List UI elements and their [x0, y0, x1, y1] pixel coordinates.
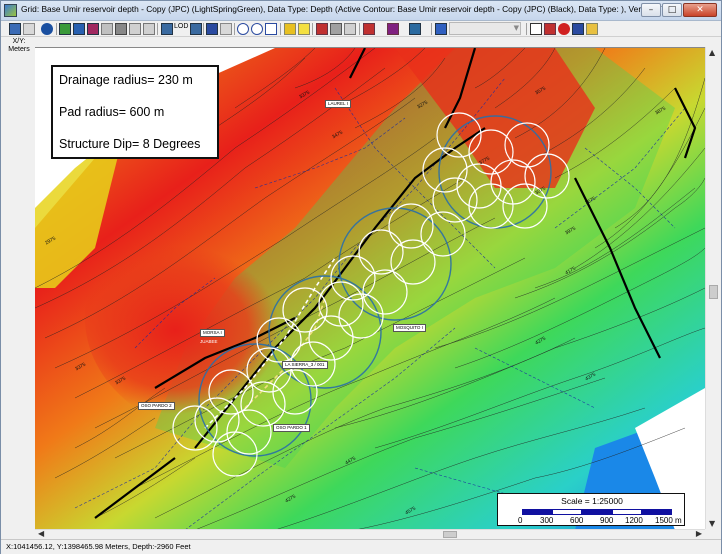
scale-segment	[582, 509, 612, 515]
app-window: Grid: Base Umir reservoir depth - Copy (…	[0, 0, 722, 554]
scale-segment	[522, 509, 552, 515]
export-icon[interactable]	[330, 23, 342, 35]
zoom-window-icon[interactable]	[206, 23, 218, 35]
edit-icon[interactable]	[544, 23, 556, 35]
crosshair-icon[interactable]	[129, 23, 141, 35]
scroll-down-icon[interactable]: ▼	[709, 519, 715, 528]
zoom-extent-icon[interactable]	[265, 23, 277, 35]
polygon-icon[interactable]	[298, 23, 310, 35]
grid-icon[interactable]	[23, 23, 35, 35]
horizontal-scrollbar[interactable]: ◀ ▶	[35, 529, 705, 539]
well-info-box: Drainage radius= 230 m Pad radius= 600 m…	[51, 65, 219, 159]
contour-icon[interactable]	[87, 23, 99, 35]
vertical-scroll-thumb[interactable]	[709, 285, 718, 299]
scale-tick: 900	[600, 516, 614, 525]
coordinate-readout: X:1041456.12, Y:1398465.98 Meters, Depth…	[6, 542, 191, 551]
zoom-out-icon[interactable]	[251, 23, 263, 35]
well-label[interactable]: OSO PARDO 1	[273, 424, 310, 432]
vertical-scrollbar[interactable]: ▲ ▼	[705, 47, 721, 529]
scale-segment	[552, 509, 582, 515]
scale-tick: 1200	[625, 516, 643, 525]
fence-icon[interactable]	[220, 23, 232, 35]
left-panel: X/Y: Meters	[1, 37, 35, 539]
scale-tick: 0	[518, 516, 523, 525]
xy-label: X/Y:	[12, 38, 26, 45]
well-label[interactable]: MORSA I	[200, 329, 225, 337]
plus-move-icon[interactable]	[387, 23, 399, 35]
scale-title: Scale = 1:25000	[561, 496, 623, 506]
table-icon[interactable]	[190, 23, 202, 35]
well-path-icon[interactable]	[409, 23, 421, 35]
scale-tick: 300	[540, 516, 554, 525]
info-icon[interactable]	[41, 23, 53, 35]
flag-icon[interactable]	[316, 23, 328, 35]
app-icon	[4, 4, 17, 17]
maximize-button[interactable]: □	[662, 3, 682, 17]
well-label[interactable]: LA SIERRA_3 / 001	[282, 361, 328, 369]
zoom-in-icon[interactable]	[237, 23, 249, 35]
title-bar[interactable]: Grid: Base Umir reservoir depth - Copy (…	[1, 1, 721, 21]
stop-icon[interactable]	[558, 23, 570, 35]
close-button[interactable]: ✕	[683, 3, 717, 17]
minimize-button[interactable]: –	[641, 3, 661, 17]
horizontal-scroll-thumb[interactable]	[443, 531, 457, 538]
save-icon[interactable]	[572, 23, 584, 35]
well-label[interactable]: MOSQUITO I	[393, 324, 426, 332]
layers-icon[interactable]	[101, 23, 113, 35]
drainage-radius-text: Drainage radius= 230 m	[59, 73, 193, 87]
structure-dip-text: Structure Dip= 8 Degrees	[59, 137, 201, 151]
scale-segment	[642, 509, 672, 515]
copy-icon[interactable]	[9, 23, 21, 35]
fault-icon[interactable]	[143, 23, 155, 35]
well-label[interactable]: LAUREL I	[325, 100, 351, 108]
ruler-icon[interactable]	[161, 23, 173, 35]
print-icon[interactable]	[344, 23, 356, 35]
map-icon[interactable]	[59, 23, 71, 35]
folder-icon[interactable]	[586, 23, 598, 35]
chevron-down-icon: ▼	[513, 24, 519, 32]
scale-segment	[612, 509, 642, 515]
scale-tick: 1500 m	[655, 516, 682, 525]
window-title: Grid: Base Umir reservoir depth - Copy (…	[21, 4, 673, 14]
pointer-icon[interactable]	[530, 23, 542, 35]
scroll-up-icon[interactable]: ▲	[709, 48, 715, 57]
layer-dropdown[interactable]: ▼	[449, 22, 521, 35]
well-label[interactable]: JUABEE	[198, 339, 220, 345]
scroll-left-icon[interactable]: ◀	[38, 529, 44, 538]
lod-button[interactable]: LOD	[174, 23, 188, 30]
pad-radius-text: Pad radius= 600 m	[59, 105, 165, 119]
scale-tick: 600	[570, 516, 584, 525]
toolbar: LOD	[1, 21, 721, 37]
chart-icon[interactable]	[73, 23, 85, 35]
window-controls: – □ ✕	[641, 3, 717, 17]
scroll-right-icon[interactable]: ▶	[696, 529, 702, 538]
pencil-icon[interactable]	[284, 23, 296, 35]
scatter-icon[interactable]	[363, 23, 375, 35]
attribute-icon[interactable]	[435, 23, 447, 35]
units-label: Meters	[8, 46, 30, 53]
wells-icon[interactable]	[115, 23, 127, 35]
well-label[interactable]: OSO PARDO 2	[138, 402, 175, 410]
status-bar: X:1041456.12, Y:1398465.98 Meters, Depth…	[1, 539, 721, 554]
scale-bar-box: Scale = 1:25000 0 300 600 900 1200 1500 …	[497, 493, 685, 526]
